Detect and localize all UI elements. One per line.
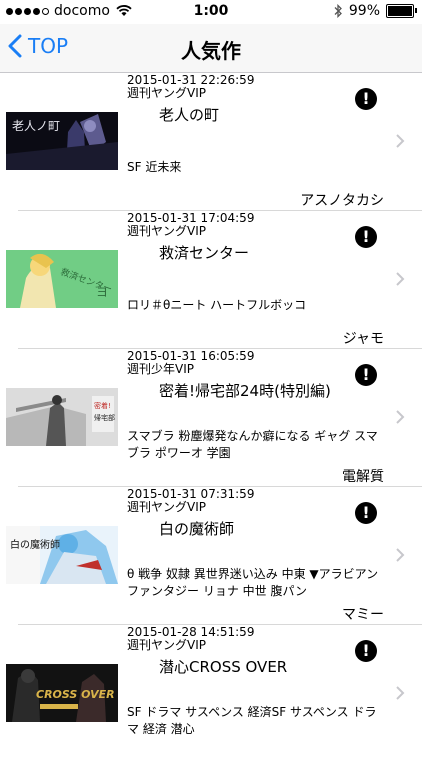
item-title: 潜心CROSS OVER bbox=[159, 658, 288, 676]
item-magazine: 週刊ヤングVIP bbox=[127, 224, 206, 238]
item-datetime: 2015-01-28 14:51:59 bbox=[127, 625, 255, 639]
battery-percent: 99% bbox=[348, 3, 380, 19]
item-datetime: 2015-01-31 16:05:59 bbox=[127, 349, 255, 363]
list-item[interactable]: 2015-01-31 22:26:59 週刊ヤングVIP ! 老人の町 老人ノ町… bbox=[0, 73, 422, 211]
item-tags: ロリ＃θニート ハートフルボッコ bbox=[127, 298, 307, 312]
item-datetime: 2015-01-31 17:04:59 bbox=[127, 211, 255, 225]
item-author: アスノタカシ bbox=[300, 193, 384, 209]
chevron-right-icon bbox=[396, 686, 405, 700]
item-title: 救済センター bbox=[159, 244, 250, 262]
list-item[interactable]: 2015-01-31 16:05:59 週刊少年VIP ! 密着!帰宅部24時(… bbox=[0, 349, 422, 487]
item-author: 電解質 bbox=[342, 469, 384, 485]
item-title: 密着!帰宅部24時(特別編) bbox=[159, 382, 331, 400]
item-thumbnail: CROSS OVER bbox=[6, 664, 118, 722]
thumb-title-text: 白の魔術師 bbox=[10, 538, 60, 551]
chevron-right-icon bbox=[396, 410, 405, 424]
item-thumbnail: 密着! 帰宅部 bbox=[6, 388, 118, 446]
bluetooth-icon bbox=[334, 4, 342, 18]
item-tags: スマブラ 粉塵爆発なんか癖になる ギャグ スマブラ ポワーオ 学園 bbox=[127, 429, 378, 460]
item-datetime: 2015-01-31 07:31:59 bbox=[127, 487, 255, 501]
item-tags: SF 近未来 bbox=[127, 160, 182, 174]
item-title: 老人の町 bbox=[159, 106, 220, 124]
list-item[interactable]: 2015-01-31 07:31:59 週刊ヤングVIP ! 白の魔術師 白の魔… bbox=[0, 487, 422, 625]
item-magazine: 週刊ヤングVIP bbox=[127, 500, 206, 514]
item-thumbnail: 白の魔術師 bbox=[6, 526, 118, 584]
thumb-title-text: CROSS OVER bbox=[36, 688, 115, 701]
list-item[interactable]: 2015-01-28 14:51:59 週刊ヤングVIP ! 潜心CROSS O… bbox=[0, 625, 422, 763]
item-tags: θ 戦争 奴隷 異世界迷い込み 中東 ▼アラビアン ファンタジー リョナ 中世 … bbox=[127, 567, 379, 598]
item-magazine: 週刊ヤングVIP bbox=[127, 86, 206, 100]
item-magazine: 週刊ヤングVIP bbox=[127, 638, 206, 652]
thumb-title-text: 老人ノ町 bbox=[12, 119, 60, 133]
item-title: 白の魔術師 bbox=[159, 520, 235, 538]
item-author: ジャモ bbox=[342, 331, 384, 347]
list-item[interactable]: 2015-01-31 17:04:59 週刊ヤングVIP ! 救済センター 救済… bbox=[0, 211, 422, 349]
item-thumbnail: 救済センター ヨ bbox=[6, 250, 118, 308]
svg-text:密着!: 密着! bbox=[94, 401, 111, 410]
chevron-right-icon bbox=[396, 548, 405, 562]
thumb-title-text: 帰宅部 bbox=[94, 413, 115, 422]
status-bar: docomo 1:00 99% bbox=[0, 0, 422, 24]
item-datetime: 2015-01-31 22:26:59 bbox=[127, 73, 255, 87]
navigation-bar: TOP 人気作 bbox=[0, 24, 422, 73]
battery-icon bbox=[386, 4, 417, 18]
chevron-right-icon bbox=[396, 134, 405, 148]
item-thumbnail: 老人ノ町 bbox=[6, 112, 118, 170]
item-author: マミー bbox=[342, 607, 384, 623]
manga-list: 2015-01-31 22:26:59 週刊ヤングVIP ! 老人の町 老人ノ町… bbox=[0, 73, 422, 763]
item-magazine: 週刊少年VIP bbox=[127, 362, 194, 376]
chevron-right-icon bbox=[396, 272, 405, 286]
page-title: 人気作 bbox=[181, 39, 241, 63]
svg-text:ヨ: ヨ bbox=[96, 285, 108, 299]
item-tags: SF ドラマ サスペンス 経済SF サスペンス ドラマ 経済 潜心 bbox=[127, 705, 377, 736]
